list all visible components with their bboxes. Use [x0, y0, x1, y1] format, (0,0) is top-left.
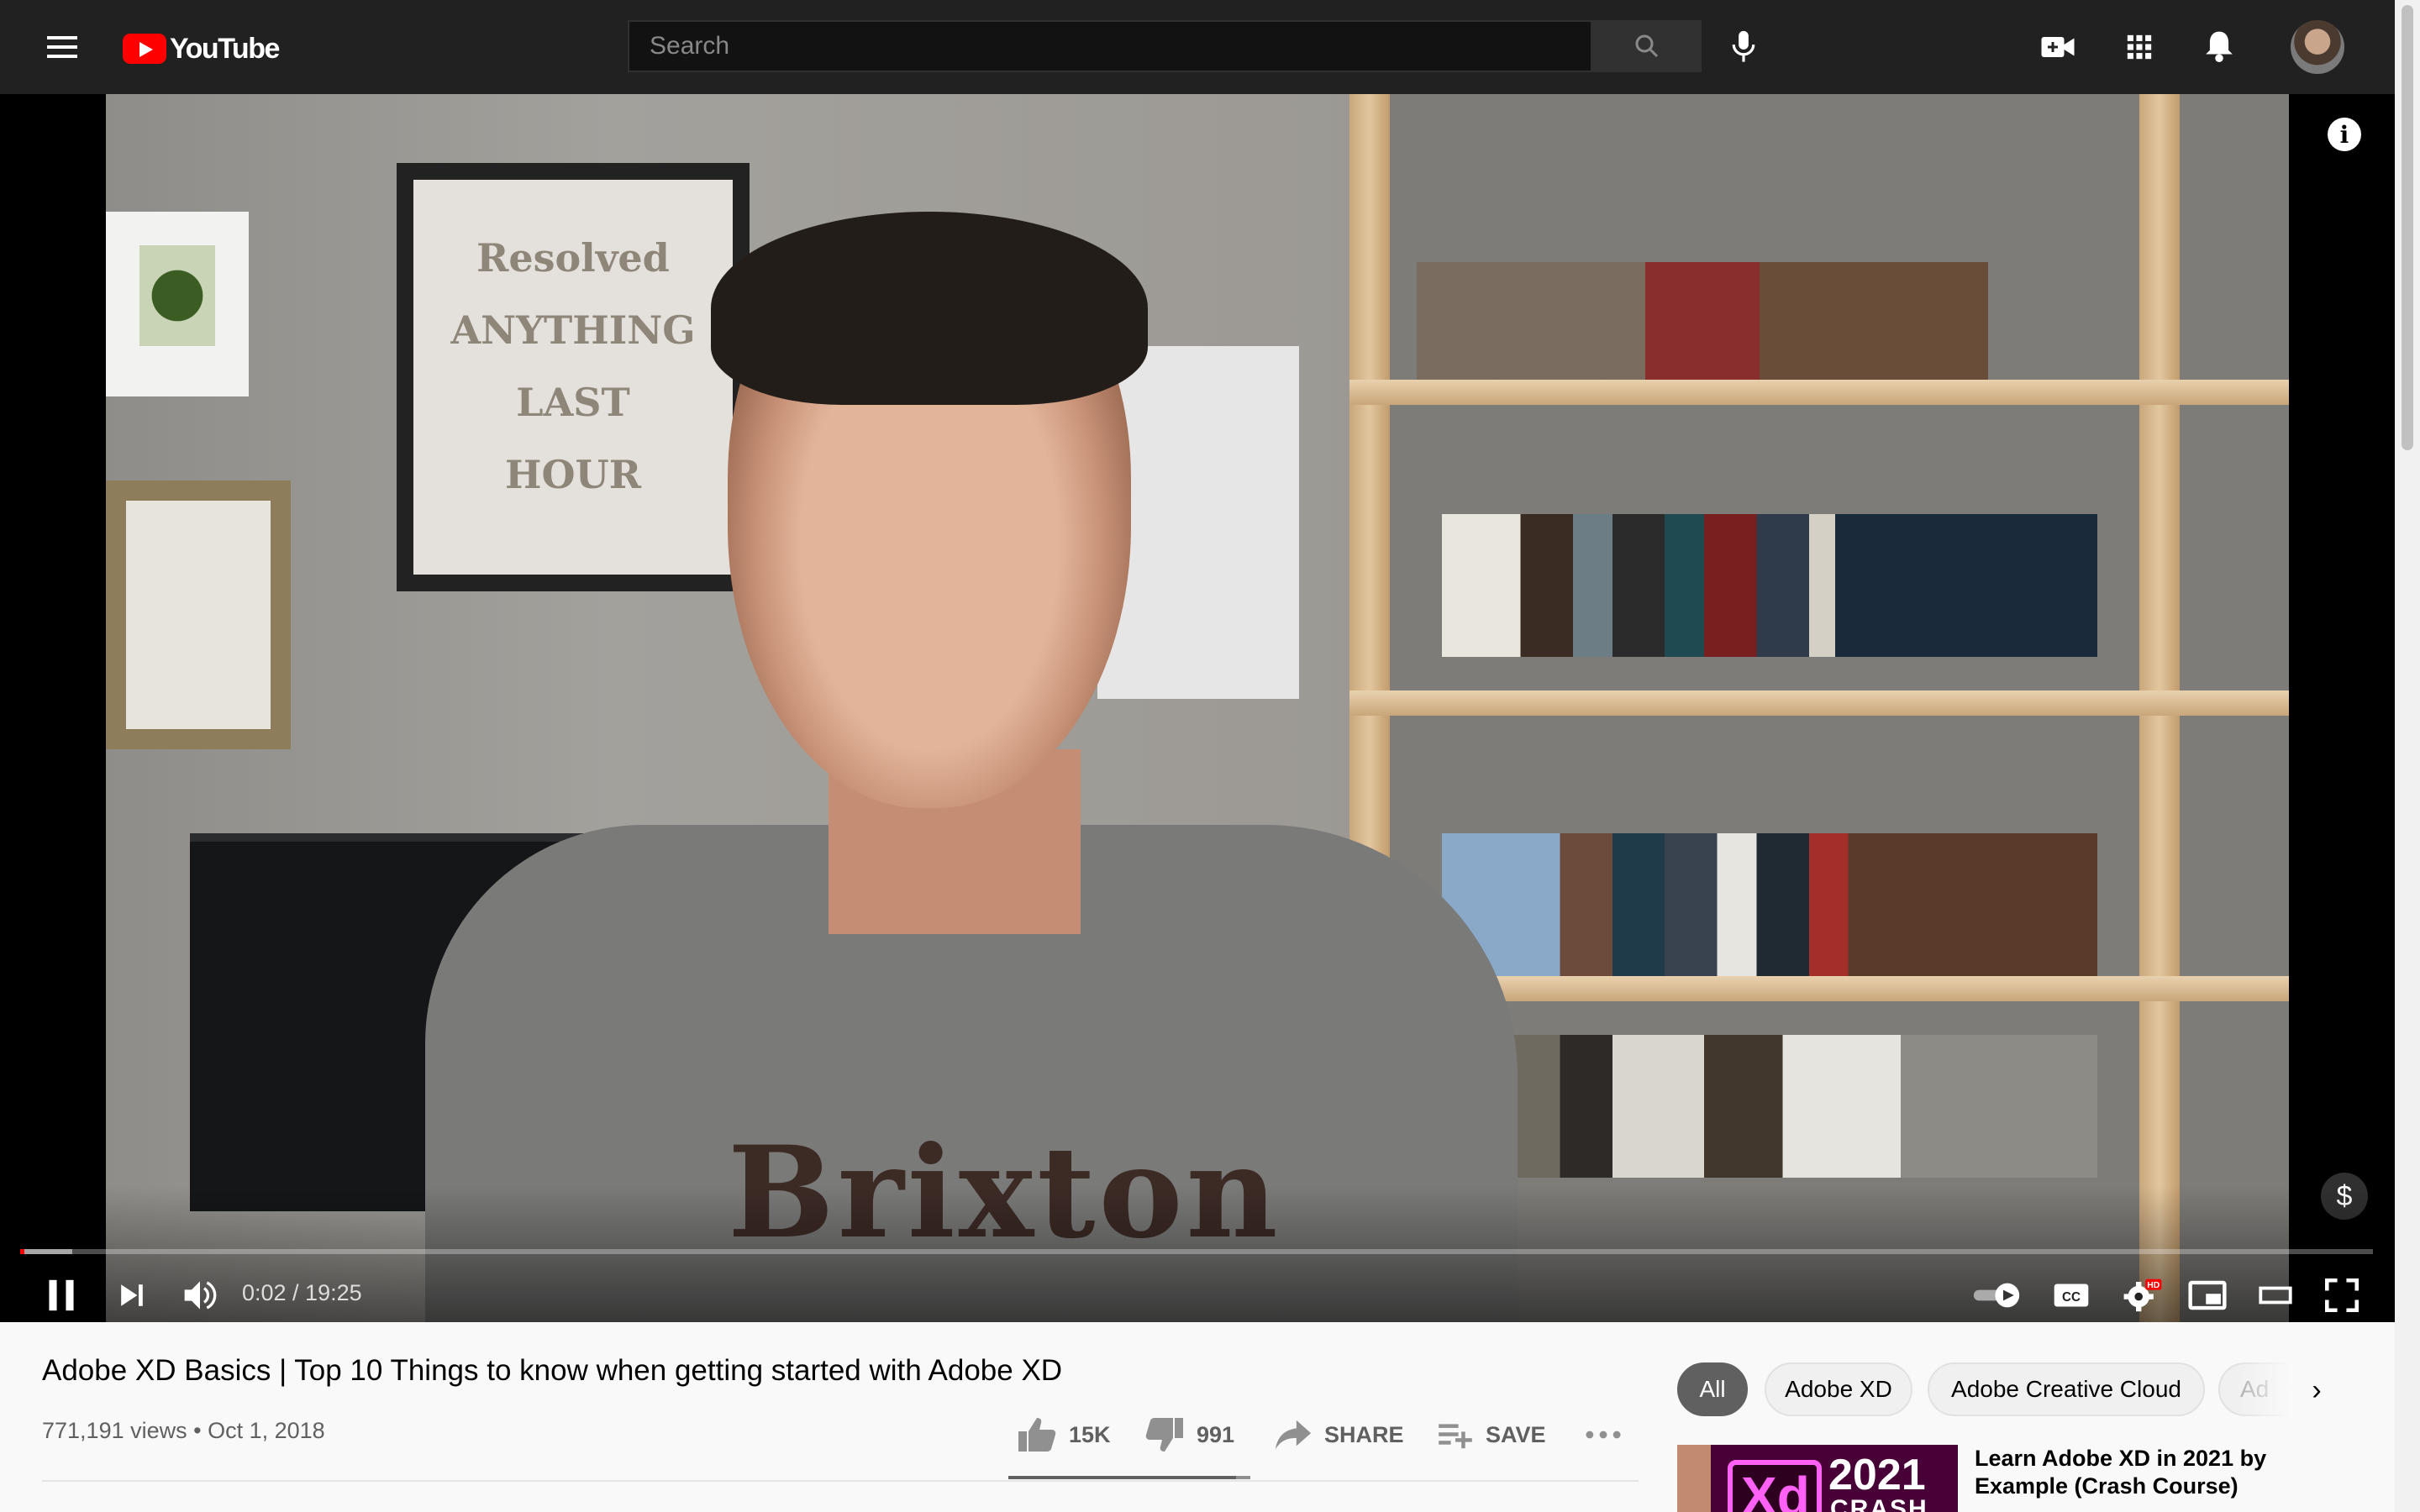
hamburger-icon	[47, 36, 77, 58]
next-button[interactable]	[111, 1270, 153, 1320]
divider	[42, 1480, 1639, 1482]
menu-button[interactable]	[42, 27, 82, 67]
avatar[interactable]	[2291, 20, 2344, 74]
poster-text: Resolved ANYTHING LAST HOUR	[450, 235, 696, 497]
closed-captions-icon: CC	[2054, 1284, 2089, 1307]
pause-icon	[49, 1279, 74, 1311]
more-horizontal-icon	[1586, 1431, 1621, 1439]
autoplay-icon	[1973, 1283, 2020, 1308]
like-ratio-fill	[1008, 1476, 1236, 1479]
time-display: 0:02 / 19:25	[242, 1280, 362, 1305]
subtitles-button[interactable]: CC	[2050, 1270, 2092, 1320]
miniplayer-icon	[2188, 1280, 2227, 1310]
apps-button[interactable]	[2119, 27, 2160, 67]
thumbnail-year: 2021	[1828, 1451, 1926, 1499]
pause-button[interactable]	[40, 1270, 82, 1320]
youtube-logo[interactable]: YouTube	[123, 30, 280, 67]
youtube-play-icon	[123, 34, 166, 64]
save-label: SAVE	[1486, 1421, 1546, 1447]
video-wall-art-portrait	[106, 480, 291, 749]
video-wall-art-plant	[106, 212, 249, 396]
add-to-playlist-icon	[1439, 1424, 1472, 1449]
video-frame[interactable]: Resolved ANYTHING LAST HOUR Brixton	[106, 94, 2289, 1322]
recommended-video-title[interactable]: Learn Adobe XD in 2021 by Example (Crash…	[1975, 1445, 2328, 1500]
mute-button[interactable]	[176, 1270, 224, 1320]
dislike-count: 991	[1197, 1421, 1235, 1447]
bell-icon	[2206, 31, 2233, 62]
fullscreen-icon	[2325, 1278, 2359, 1312]
thumbnail-face	[1677, 1445, 1711, 1512]
microphone-icon	[1732, 30, 1755, 62]
video-title: Adobe XD Basics | Top 10 Things to know …	[42, 1354, 1063, 1387]
fullscreen-button[interactable]	[2321, 1270, 2363, 1320]
like-dislike-ratio-bar	[1008, 1476, 1250, 1479]
more-actions-button[interactable]	[1585, 1411, 1634, 1458]
theater-mode-button[interactable]	[2255, 1270, 2296, 1320]
chip-all[interactable]: All	[1677, 1362, 1748, 1416]
adobe-xd-logo: Xd	[1728, 1460, 1822, 1512]
thumbs-up-icon	[1018, 1418, 1056, 1452]
search-input[interactable]: Search	[628, 20, 1592, 72]
hd-badge: HD	[2147, 1281, 2160, 1290]
save-button[interactable]: SAVE	[1437, 1411, 1546, 1458]
share-button[interactable]: SHARE	[1274, 1411, 1404, 1458]
video-camera-add-icon	[2041, 37, 2075, 57]
thumbs-down-icon	[1145, 1418, 1183, 1452]
svg-text:CC: CC	[2062, 1290, 2081, 1305]
info-icon[interactable]: i	[2328, 118, 2361, 151]
create-button[interactable]	[2037, 27, 2079, 67]
search-placeholder: Search	[650, 32, 730, 60]
search-icon	[1635, 34, 1659, 58]
recommended-video-thumbnail[interactable]: Xd 2021 CRASH	[1677, 1445, 1958, 1512]
progress-buffered	[20, 1249, 72, 1254]
apps-grid-icon	[2127, 34, 2152, 60]
skip-next-icon	[121, 1284, 143, 1306]
video-person-hair	[711, 212, 1148, 405]
chip-label: Adobe XD	[1785, 1376, 1892, 1402]
progress-bar[interactable]	[20, 1249, 2373, 1254]
page-scrollbar[interactable]	[2395, 0, 2420, 1512]
search-button[interactable]	[1592, 20, 1702, 72]
miniplayer-button[interactable]	[2185, 1270, 2230, 1320]
progress-played	[20, 1249, 24, 1254]
video-wall-poster: Resolved ANYTHING LAST HOUR	[397, 163, 750, 591]
share-label: SHARE	[1324, 1421, 1404, 1447]
chevron-right-icon: ›	[2312, 1373, 2322, 1406]
chip-label: All	[1699, 1376, 1726, 1402]
chips-next-button[interactable]: ›	[2296, 1369, 2338, 1411]
notifications-button[interactable]	[2198, 25, 2240, 67]
video-meta: 771,191 views • Oct 1, 2018	[42, 1418, 325, 1443]
like-button[interactable]: 15K	[1017, 1411, 1111, 1458]
theater-mode-icon	[2259, 1286, 2292, 1305]
scrollbar-thumb[interactable]	[2402, 5, 2413, 450]
voice-search-button[interactable]	[1723, 22, 1765, 72]
video-player[interactable]: Resolved ANYTHING LAST HOUR Brixton i $	[0, 94, 2395, 1322]
autoplay-toggle[interactable]	[1970, 1270, 2023, 1320]
chip-adobe-xd[interactable]: Adobe XD	[1765, 1362, 1912, 1416]
masthead: YouTube Search	[0, 0, 2395, 94]
dislike-button[interactable]: 991	[1144, 1411, 1234, 1458]
settings-button[interactable]: HD	[2119, 1270, 2166, 1320]
share-icon	[1275, 1420, 1312, 1450]
volume-icon	[184, 1281, 217, 1310]
like-count: 15K	[1069, 1421, 1111, 1447]
logo-text: YouTube	[170, 32, 280, 65]
chip-label: Adobe Creative Cloud	[1951, 1376, 2181, 1402]
settings-gear-icon: HD	[2123, 1278, 2162, 1312]
thumbnail-crash: CRASH	[1830, 1495, 1928, 1512]
chip-adobe-creative-cloud[interactable]: Adobe Creative Cloud	[1928, 1362, 2205, 1416]
